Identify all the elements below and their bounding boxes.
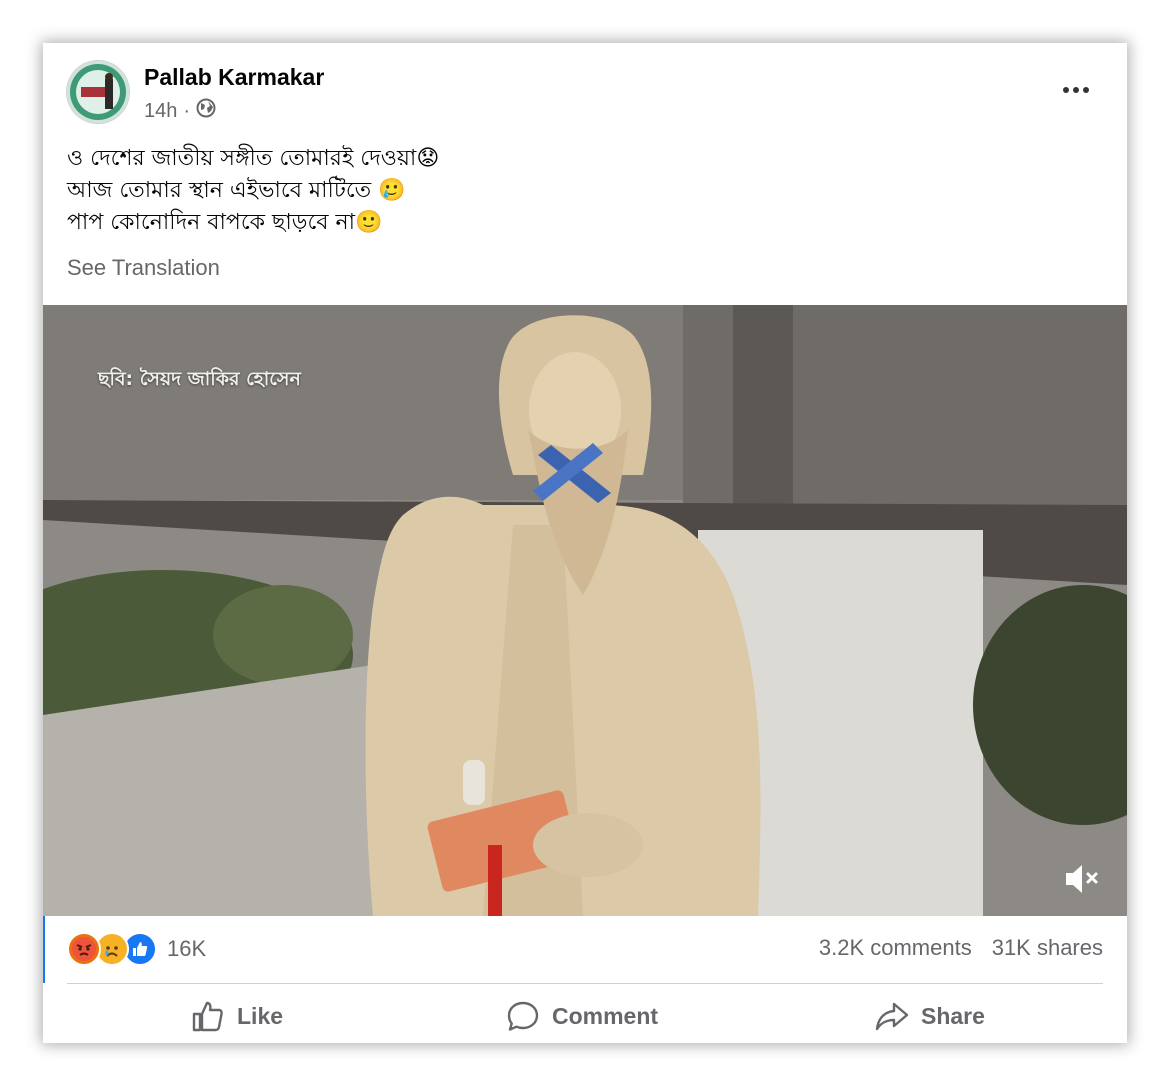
reaction-summary[interactable]: 16K: [67, 932, 206, 966]
post-meta: 14h ·: [144, 98, 216, 124]
share-arrow-icon: [875, 1002, 909, 1031]
post-card: Pallab Karmakar 14h · ও দেশের জাতীয় সঙ্…: [43, 43, 1127, 1043]
engagement-counts: 3.2K comments 31K shares: [819, 935, 1103, 961]
angry-icon: [67, 932, 101, 966]
focus-accent: [43, 916, 45, 983]
divider: [67, 983, 1103, 984]
globe-icon: [196, 98, 216, 124]
comment-bubble-icon: [507, 1001, 539, 1031]
comment-count[interactable]: 3.2K comments: [819, 935, 972, 961]
reaction-count[interactable]: 16K: [167, 936, 206, 962]
post-text-line: পাপ কোনোদিন বাপকে ছাড়বে না🙂: [67, 210, 383, 235]
share-count[interactable]: 31K shares: [992, 935, 1103, 961]
like-label: Like: [237, 1002, 284, 1029]
share-button[interactable]: Share: [875, 994, 985, 1038]
post-time[interactable]: 14h: [144, 100, 177, 123]
see-translation-link[interactable]: See Translation: [67, 255, 220, 281]
meta-separator: ·: [183, 99, 191, 122]
post-video[interactable]: ছবি: সৈয়দ জাকির হোসেন: [43, 305, 1127, 916]
avatar[interactable]: [67, 61, 129, 123]
more-dot-icon: [1083, 87, 1089, 93]
more-dot-icon: [1063, 87, 1069, 93]
author-name[interactable]: Pallab Karmakar: [144, 64, 324, 91]
muted-speaker-icon: [1066, 865, 1098, 893]
mute-button[interactable]: [1063, 861, 1103, 897]
thumbs-up-icon: [192, 1001, 223, 1032]
like-button[interactable]: Like: [191, 994, 283, 1038]
comment-label: Comment: [552, 1002, 659, 1029]
photo-credit-watermark: ছবি: সৈয়দ জাকির হোসেন: [98, 368, 301, 390]
share-label: Share: [921, 1002, 985, 1029]
more-dot-icon: [1073, 87, 1079, 93]
more-options-button[interactable]: [1058, 77, 1094, 103]
comment-button[interactable]: Comment: [506, 994, 658, 1038]
